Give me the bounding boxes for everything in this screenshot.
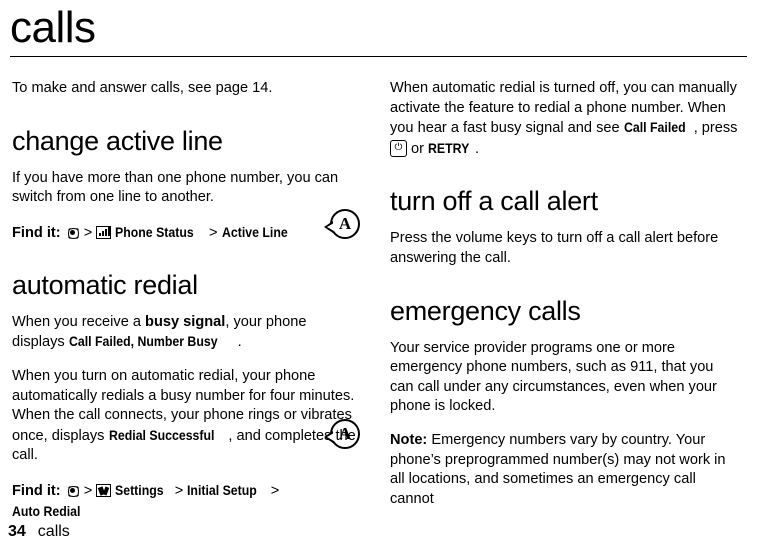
change-active-line-body: If you have more than one phone number, …: [12, 169, 339, 206]
automatic-redial-paragraph-2: When you turn on automatic redial, your …: [12, 367, 360, 466]
ar-p1-pre: When you receive a: [12, 313, 146, 330]
mr-value-call-failed: Call Failed: [623, 119, 686, 136]
ar-p1-bold: busy signal: [145, 313, 226, 330]
find-it-step-settings: Settings: [115, 481, 165, 498]
left-column: To make and answer calls, see page 14. c…: [12, 79, 360, 522]
automatic-redial-paragraph-1: When you receive a busy signal, your pho…: [12, 313, 360, 353]
note-marker-icon: A: [324, 417, 360, 453]
ar-p1-post: .: [237, 334, 242, 351]
menu-key-icon: [65, 483, 81, 499]
heading-change-active-line: change active line: [12, 125, 223, 156]
turn-off-call-alert-body: Press the volume keys to turn off a call…: [390, 230, 719, 266]
find-it-separator-3: >: [83, 482, 93, 499]
power-key-icon: ⏻: [390, 139, 407, 157]
ar-p2-value: Redial Successful: [108, 426, 214, 443]
find-it-auto-redial: Find it: > Settings > Initial Setup > Au…: [12, 480, 360, 522]
right-column: When automatic redial is turned off, you…: [390, 79, 738, 522]
note-marker-icon: A: [324, 207, 360, 243]
find-it-change-active-line: Find it: > Phone Status > Active Line: [12, 222, 360, 243]
intro-paragraph: To make and answer calls, see page 14.: [12, 80, 273, 96]
settings-tools-icon: [96, 483, 112, 497]
note-letter: A: [338, 214, 352, 233]
heading-automatic-redial: automatic redial: [12, 269, 198, 300]
phone-status-icon: [96, 225, 112, 239]
find-it-separator-5: >: [270, 482, 280, 499]
note-label: Note:: [390, 431, 428, 448]
mr-value-retry: RETRY: [428, 139, 470, 156]
document-page: calls To make and answer calls, see page…: [0, 0, 757, 547]
title-divider: [10, 56, 747, 57]
find-it-separator-4: >: [174, 482, 184, 499]
manual-redial-paragraph: When automatic redial is turned off, you…: [390, 79, 738, 159]
find-it-separator-2: >: [208, 224, 218, 241]
two-column-layout: To make and answer calls, see page 14. c…: [8, 79, 749, 522]
find-it-separator: >: [83, 224, 93, 241]
footer-page-number: 34: [8, 523, 26, 540]
mr-post: .: [475, 140, 480, 157]
find-it-step-active-line: Active Line: [221, 223, 288, 240]
find-it-label-2: Find it:: [12, 482, 61, 499]
footer-chapter-name: calls: [37, 523, 70, 540]
power-symbol: ⏻: [394, 142, 403, 154]
ar-p1-value: Call Failed, Number Busy: [68, 333, 218, 350]
page-footer: 34 calls: [8, 523, 70, 541]
note-text: Emergency numbers vary by country. Your …: [390, 431, 726, 507]
heading-emergency-calls: emergency calls: [390, 295, 581, 326]
find-it-step-phone-status: Phone Status: [115, 223, 195, 240]
emergency-calls-note: Note: Emergency numbers vary by country.…: [390, 431, 738, 509]
page-title: calls: [10, 3, 96, 52]
emergency-calls-body: Your service provider programs one or mo…: [390, 339, 717, 415]
heading-turn-off-call-alert: turn off a call alert: [390, 186, 598, 217]
note-letter: A: [338, 424, 352, 443]
mr-post-pre: or: [407, 140, 429, 157]
mr-mid: , press: [693, 120, 738, 137]
find-it-label: Find it:: [12, 224, 61, 241]
menu-key-icon: [65, 225, 81, 241]
find-it-step-auto-redial: Auto Redial: [12, 502, 81, 519]
find-it-step-initial-setup: Initial Setup: [187, 481, 258, 498]
